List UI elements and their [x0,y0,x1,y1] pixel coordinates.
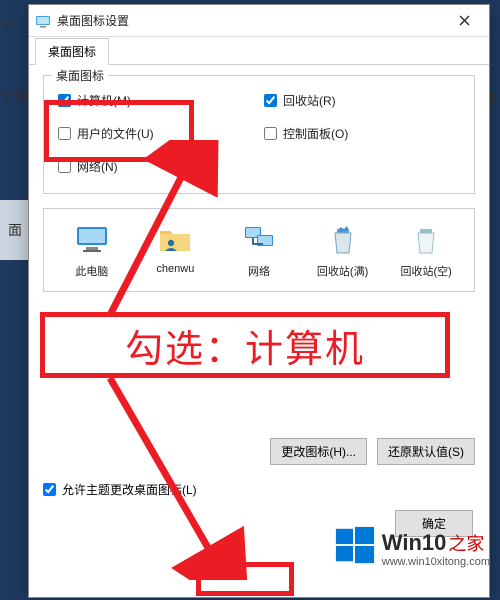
close-button[interactable] [445,6,483,36]
icon-item-userfolder[interactable]: chenwu [139,221,211,279]
checkbox-computer-input[interactable] [58,94,71,107]
tab-strip: 桌面图标 [29,37,489,65]
icon-item-label: chenwu [156,263,194,275]
icon-item-thispc[interactable]: 此电脑 [56,221,128,279]
checkbox-recycle[interactable]: 回收站(R) [264,92,460,109]
icon-item-label: 回收站(满) [317,263,368,279]
icon-preview-grid: 此电脑 chenwu 网络 回收站(满) [43,208,475,292]
network-icon [241,221,277,257]
checkbox-network-label: 网络(N) [77,158,118,175]
checkbox-ctrlpanel[interactable]: 控制面板(O) [264,125,460,142]
checkbox-userfiles-input[interactable] [58,127,71,140]
watermark: Win10之家 www.win10xitong.com [334,525,490,572]
background-text: 设 [2,14,15,33]
desktop-icon-settings-dialog: 桌面图标设置 桌面图标 桌面图标 计算机(M) 回收站(R) 用户的文件(U) [28,4,490,598]
checkbox-ctrlpanel-label: 控制面板(O) [283,125,348,142]
change-icon-button[interactable]: 更改图标(H)... [270,438,367,465]
allow-themes-checkbox[interactable]: 允许主题更改桌面图标(L) [43,481,475,498]
checkbox-recycle-label: 回收站(R) [283,92,336,109]
windows-logo-icon [334,525,376,572]
checkbox-ctrlpanel-input[interactable] [264,127,277,140]
desktop-icons-group: 桌面图标 计算机(M) 回收站(R) 用户的文件(U) 控制面板(O) [43,75,475,194]
thispc-icon [74,221,110,257]
icon-item-label: 此电脑 [75,263,108,279]
dialog-icon [35,13,51,29]
icon-item-label: 回收站(空) [401,263,452,279]
dialog-title: 桌面图标设置 [57,12,445,29]
group-label: 桌面图标 [52,67,108,84]
background-strip: 面 [0,200,30,260]
checkbox-recycle-input[interactable] [264,94,277,107]
icon-item-recycleempty[interactable]: 回收站(空) [390,221,462,279]
allow-themes-input[interactable] [43,483,56,496]
tab-desktop-icons[interactable]: 桌面图标 [35,38,109,65]
checkbox-computer[interactable]: 计算机(M) [58,92,254,109]
recyclefull-icon [325,221,361,257]
checkbox-userfiles-label: 用户的文件(U) [77,125,154,142]
watermark-url: www.win10xitong.com [382,556,490,568]
restore-defaults-button[interactable]: 还原默认值(S) [377,438,475,465]
icon-item-recyclefull[interactable]: 回收站(满) [307,221,379,279]
checkbox-network-input[interactable] [58,160,71,173]
checkbox-computer-label: 计算机(M) [77,92,131,109]
checkbox-userfiles[interactable]: 用户的文件(U) [58,125,254,142]
userfolder-icon [157,221,193,257]
annotation-callout: 勾选：计算机 [40,312,450,378]
recycleempty-icon [408,221,444,257]
checkbox-network[interactable]: 网络(N) [58,158,254,175]
background-tab-text: 个性 [0,86,28,106]
icon-item-label: 网络 [248,263,270,279]
allow-themes-label: 允许主题更改桌面图标(L) [62,481,197,498]
icon-item-network[interactable]: 网络 [223,221,295,279]
titlebar: 桌面图标设置 [29,5,489,37]
watermark-title: Win10之家 [382,530,490,556]
